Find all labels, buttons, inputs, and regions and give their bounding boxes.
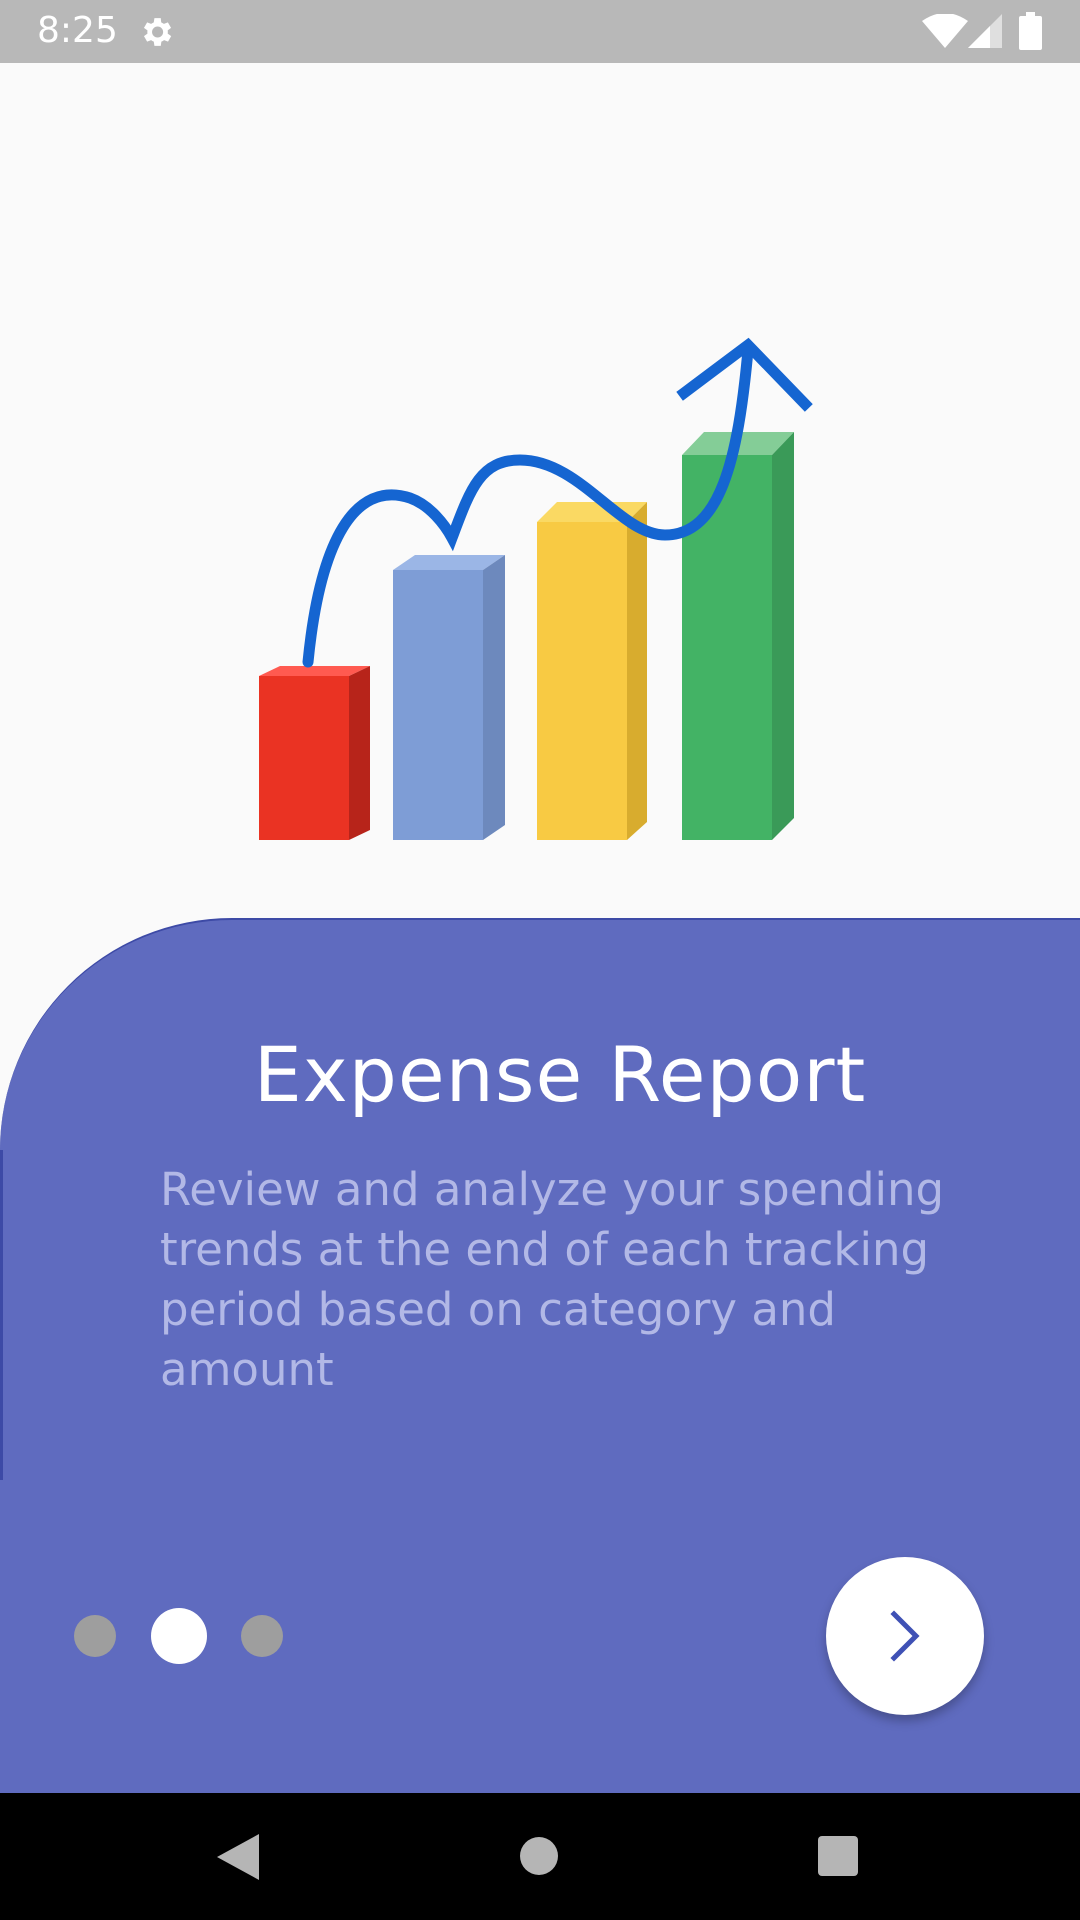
page-indicator-dot-3[interactable]	[241, 1615, 283, 1657]
green-bar	[682, 432, 794, 840]
back-icon[interactable]	[217, 1834, 259, 1880]
card-edge	[0, 1150, 3, 1480]
status-bar: 8:25	[0, 0, 1080, 63]
page-indicator-dot-1[interactable]	[74, 1615, 116, 1657]
blue-bar	[393, 555, 505, 840]
battery-icon	[1019, 12, 1042, 50]
next-button[interactable]	[826, 1557, 984, 1715]
recent-apps-icon[interactable]	[818, 1836, 858, 1876]
yellow-bar	[537, 502, 647, 840]
red-bar	[259, 666, 370, 840]
chevron-right-icon	[890, 1610, 920, 1662]
home-icon[interactable]	[520, 1837, 558, 1875]
bar-chart-growth-illustration	[259, 337, 813, 840]
page-indicator-dot-2-active[interactable]	[151, 1608, 207, 1664]
page-description: Review and analyze your spending trends …	[160, 1163, 945, 1396]
gear-icon	[143, 18, 172, 46]
wifi-icon	[922, 14, 968, 48]
cell-signal-icon	[968, 14, 1002, 48]
page-title: Expense Report	[253, 1030, 867, 1119]
status-time: 8:25	[37, 10, 118, 51]
